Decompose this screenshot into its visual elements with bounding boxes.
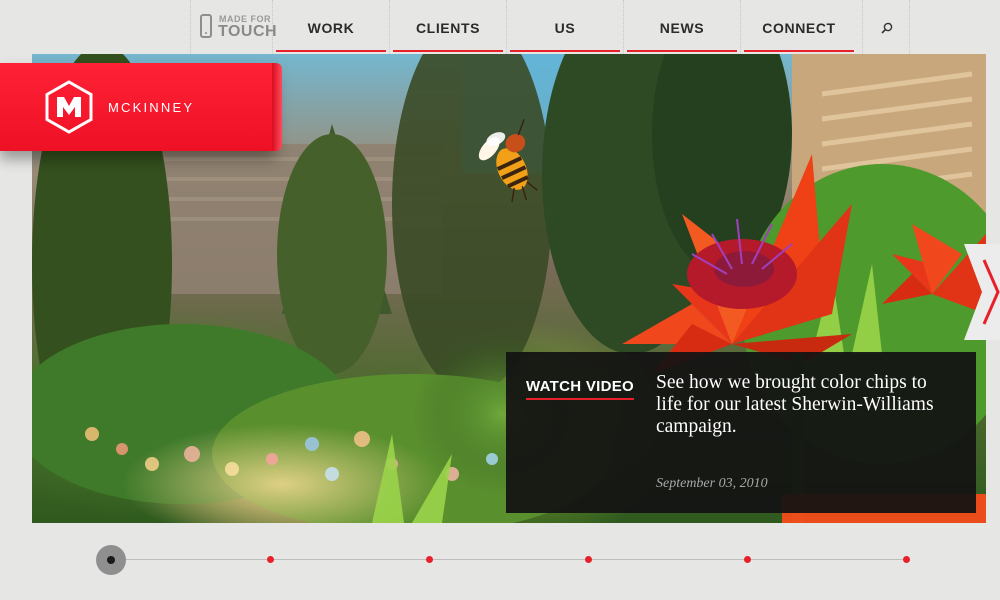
nav-item-us[interactable]: US: [506, 0, 623, 54]
nav-item-label: CLIENTS: [415, 20, 481, 36]
nav-underline: [510, 50, 620, 52]
search-icon: [881, 22, 893, 34]
main-nav: WORK CLIENTS US NEWS CONNECT: [272, 0, 857, 54]
nav-underline: [744, 50, 854, 52]
nav-item-label: NEWS: [659, 20, 705, 36]
timeline-dot-1[interactable]: [267, 556, 274, 563]
slide-date: September 03, 2010: [656, 476, 768, 491]
mckinney-logo-icon: [45, 80, 93, 134]
slide-timeline: [96, 545, 916, 575]
timeline-handle[interactable]: [96, 545, 126, 575]
top-navigation: MADE FOR TOUCH WORK CLIENTS US NEWS CONN…: [0, 0, 1000, 54]
timeline-dot-5[interactable]: [903, 556, 910, 563]
timeline-dot-4[interactable]: [744, 556, 751, 563]
slide-caption-panel: WATCH VIDEO See how we brought color chi…: [506, 352, 976, 513]
brand-logo-ribbon[interactable]: MCKINNEY: [0, 63, 282, 151]
next-slide-button[interactable]: [964, 244, 1000, 340]
chevron-right-icon: [964, 244, 1000, 340]
made-for-touch-badge: MADE FOR TOUCH: [190, 0, 277, 54]
slide-description: See how we brought color chips to life f…: [656, 372, 934, 437]
brand-name: MCKINNEY: [108, 100, 195, 115]
nav-underline: [276, 50, 386, 52]
nav-item-label: US: [554, 20, 576, 36]
timeline-dot-2[interactable]: [426, 556, 433, 563]
nav-underline: [627, 50, 737, 52]
nav-item-label: CONNECT: [762, 20, 836, 36]
badge-line2: TOUCH: [218, 23, 278, 40]
watch-video-link[interactable]: WATCH VIDEO: [526, 378, 635, 400]
timeline-track: [126, 559, 906, 560]
search-button[interactable]: [862, 0, 910, 54]
nav-item-label: WORK: [307, 20, 355, 36]
nav-item-work[interactable]: WORK: [272, 0, 389, 54]
phone-icon: [200, 14, 212, 38]
nav-item-clients[interactable]: CLIENTS: [389, 0, 506, 54]
nav-underline: [393, 50, 503, 52]
timeline-dot-3[interactable]: [585, 556, 592, 563]
nav-item-news[interactable]: NEWS: [623, 0, 740, 54]
nav-item-connect[interactable]: CONNECT: [740, 0, 857, 54]
